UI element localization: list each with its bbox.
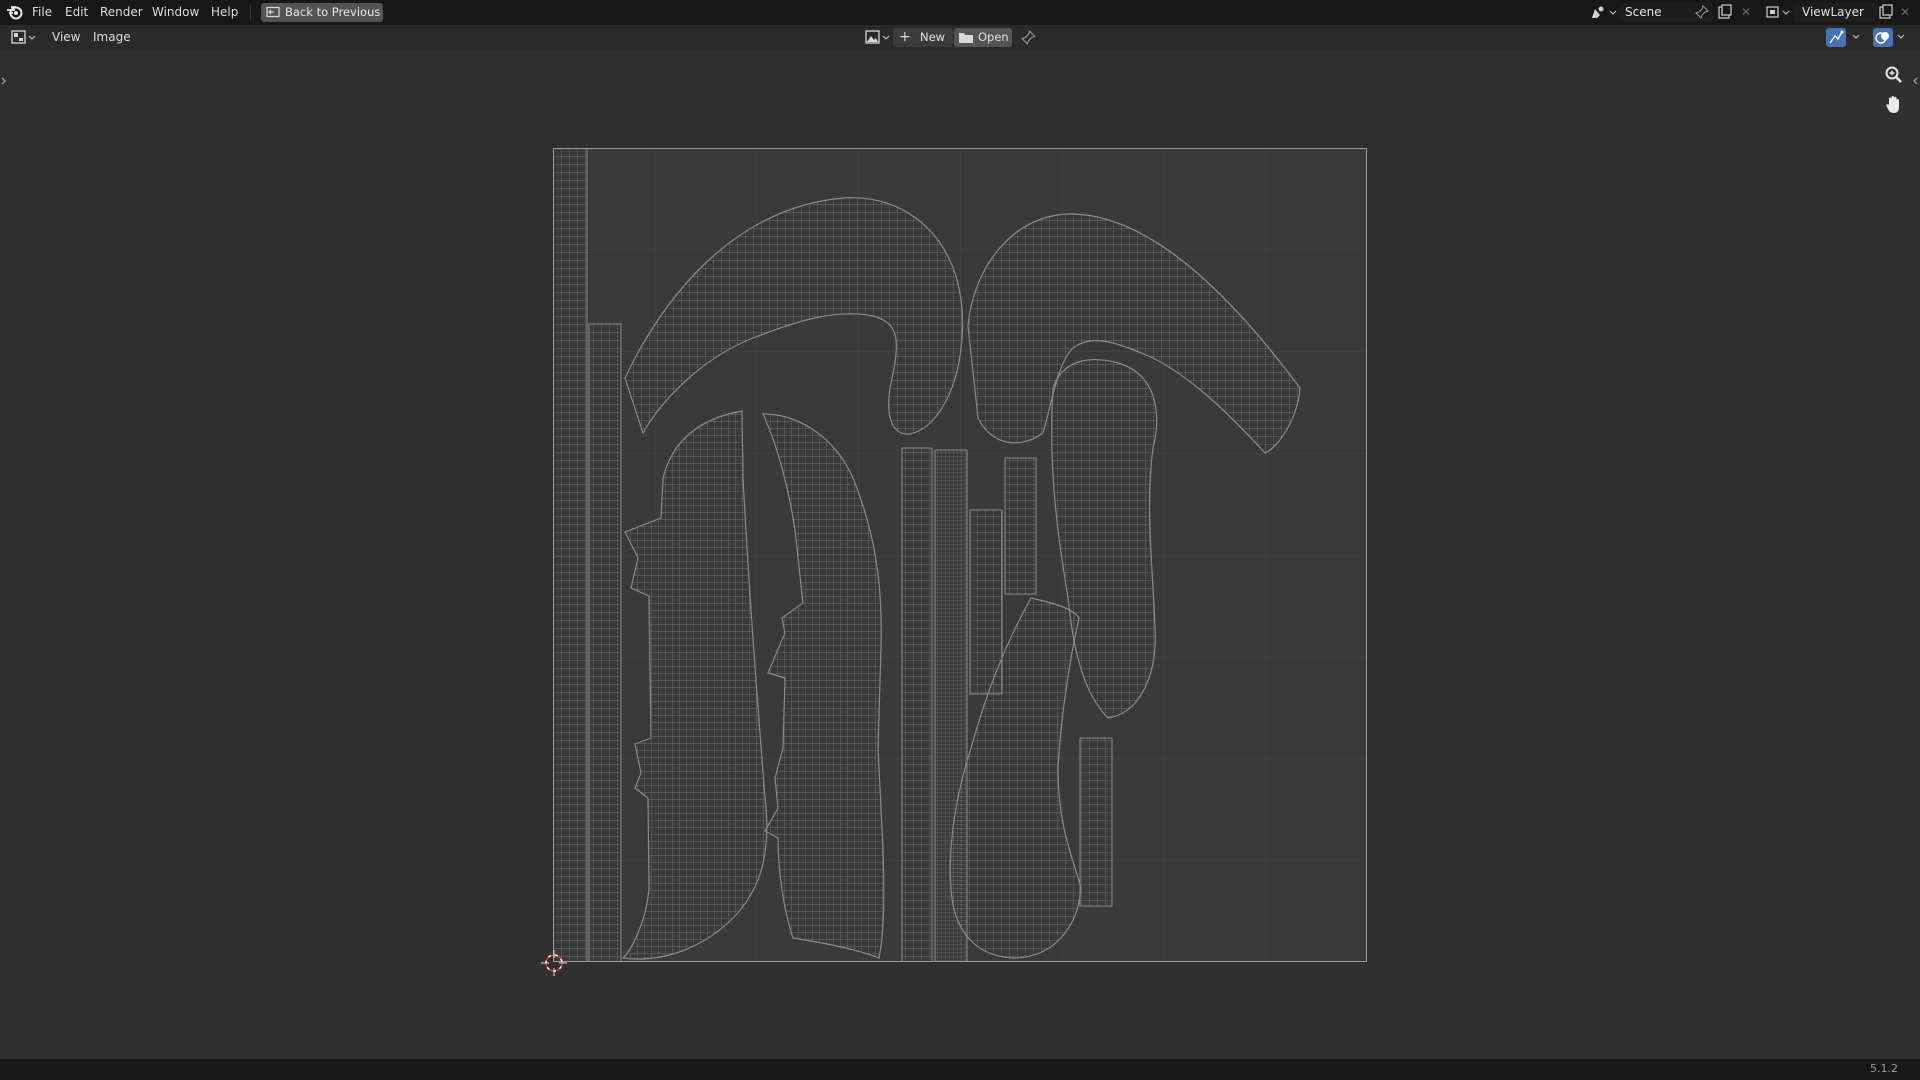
pin-icon[interactable] <box>1695 5 1709 19</box>
status-bar: 5.1.2 <box>0 1059 1920 1080</box>
uv-sync-icon <box>1828 30 1844 45</box>
plus-icon: + <box>899 29 911 45</box>
menu-image[interactable]: Image <box>93 29 131 46</box>
menu-help[interactable]: Help <box>211 4 238 21</box>
uv-sync-button[interactable] <box>1826 28 1846 47</box>
separator <box>250 5 251 20</box>
uv-viewport[interactable] <box>0 50 1920 1059</box>
scene-name: Scene <box>1625 5 1662 19</box>
delete-scene-icon[interactable]: ✕ <box>1741 5 1751 19</box>
view-layer-icon[interactable] <box>1765 4 1793 21</box>
new-view-layer-icon[interactable] <box>1878 4 1894 20</box>
uv-island-strip-2[interactable] <box>588 323 622 962</box>
uv-canvas[interactable] <box>553 148 1367 962</box>
menu-view[interactable]: View <box>52 29 80 46</box>
back-icon <box>266 6 280 19</box>
uv-island-strip-7[interactable] <box>1079 737 1113 907</box>
open-image-label: Open <box>978 30 1009 44</box>
overlay-button[interactable] <box>1873 28 1893 47</box>
menu-file[interactable]: File <box>32 4 52 21</box>
delete-view-layer-icon[interactable]: ✕ <box>1900 5 1910 19</box>
toolbar-expand-icon[interactable] <box>0 75 8 87</box>
new-image-label: New <box>920 30 946 44</box>
uv-island-strip-1[interactable] <box>553 148 588 962</box>
chevron-down-icon[interactable] <box>1896 30 1906 44</box>
view-layer-name: ViewLayer <box>1802 5 1864 19</box>
pin-icon[interactable] <box>1021 30 1036 45</box>
hand-pan-icon[interactable] <box>1884 94 1904 116</box>
scene-name-field[interactable]: Scene <box>1619 3 1713 22</box>
uv-island-strip-5[interactable] <box>969 509 1003 695</box>
menu-render[interactable]: Render <box>100 4 143 21</box>
top-bar: File Edit Render Window Help Back to Pre… <box>0 0 1920 25</box>
blender-logo-icon[interactable] <box>6 4 24 21</box>
editor-header: View Image + New Open <box>0 25 1920 50</box>
menu-edit[interactable]: Edit <box>65 4 88 21</box>
overlay-icon <box>1875 30 1891 45</box>
image-browse-icon[interactable] <box>864 29 892 46</box>
uv-island-strip-6[interactable] <box>1004 457 1037 595</box>
version-label: 5.1.2 <box>1870 1062 1898 1075</box>
sidebar-expand-icon[interactable] <box>1911 75 1919 87</box>
zoom-icon[interactable] <box>1884 65 1904 85</box>
uv-island-strip-3[interactable] <box>901 447 933 962</box>
2d-cursor-icon[interactable] <box>540 949 568 977</box>
chevron-down-icon[interactable] <box>1851 30 1861 44</box>
back-to-previous-label: Back to Previous <box>285 5 381 19</box>
view-layer-field[interactable]: ViewLayer <box>1793 3 1878 22</box>
scene-icon[interactable] <box>1589 4 1619 21</box>
new-scene-icon[interactable] <box>1717 4 1733 20</box>
new-image-button[interactable]: + New <box>893 28 953 47</box>
image-editor-icon[interactable] <box>10 29 38 46</box>
open-image-button[interactable]: Open <box>954 28 1012 47</box>
back-to-previous-button[interactable]: Back to Previous <box>261 3 383 22</box>
folder-icon <box>958 31 974 44</box>
menu-window[interactable]: Window <box>152 4 199 21</box>
